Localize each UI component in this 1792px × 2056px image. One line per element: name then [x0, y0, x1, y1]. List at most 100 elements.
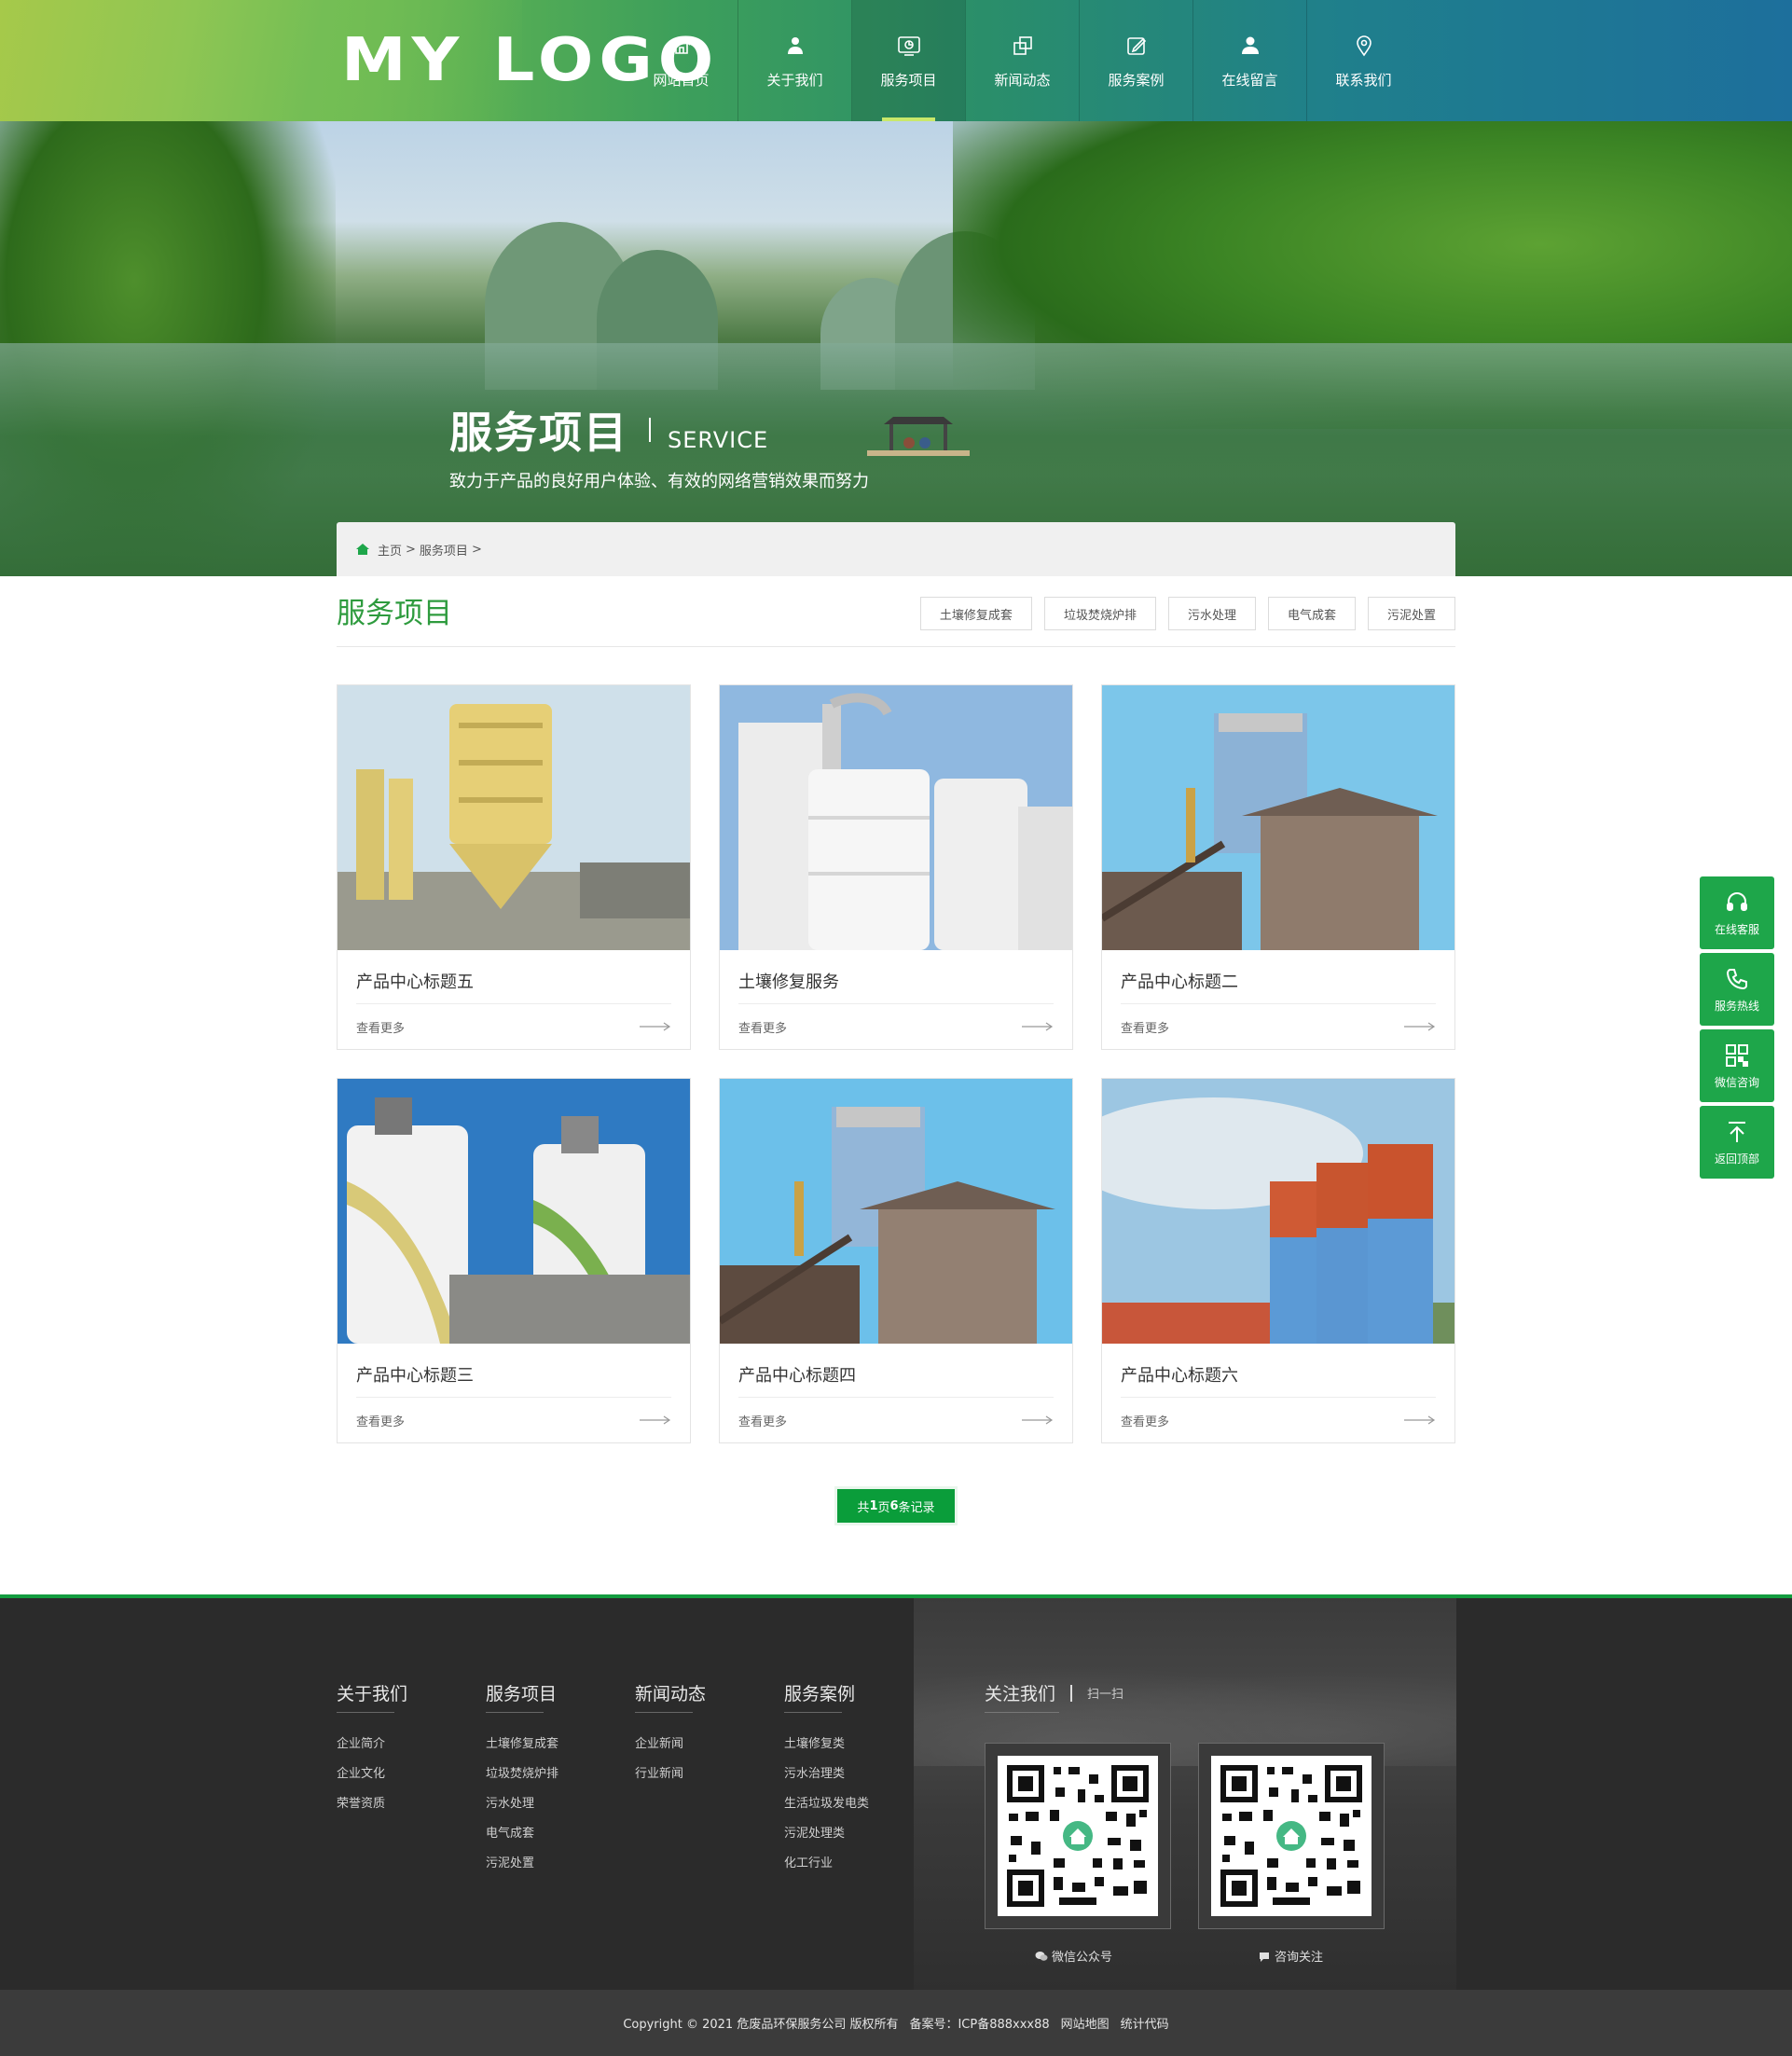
- windows-icon: [1010, 33, 1036, 59]
- tab-sewage[interactable]: 污水处理: [1167, 597, 1256, 630]
- site-header: MY LOGO 网站首页 关于我们 服务项目 新闻动态 服务案例 在线留言 联系…: [0, 0, 1792, 121]
- breadcrumb-current[interactable]: 服务项目: [420, 541, 468, 559]
- product-title: 产品中心标题三: [356, 1344, 671, 1398]
- read-more-label: 查看更多: [356, 1414, 406, 1429]
- follow-us-heading: 关注我们 扫一扫: [985, 1680, 1123, 1705]
- arrow-right-icon: [640, 1022, 671, 1031]
- icp-link[interactable]: 备案号：ICP备888xxx88: [909, 2014, 1049, 2032]
- footer-link[interactable]: 企业新闻: [635, 1730, 706, 1759]
- stats-code: 统计代码: [1120, 2018, 1169, 2032]
- copyright-text: Copyright © 2021 危废品环保服务公司 版权所有: [623, 2018, 899, 2032]
- read-more-link[interactable]: 查看更多: [738, 1004, 1054, 1049]
- read-more-link[interactable]: 查看更多: [738, 1398, 1054, 1442]
- footer-column-services: 服务项目 土壤修复成套 垃圾焚烧炉排 污水处理 电气成套 污泥处置: [486, 1680, 558, 1879]
- tab-incinerator[interactable]: 垃圾焚烧炉排: [1043, 597, 1156, 630]
- arrow-right-icon: [1404, 1022, 1436, 1031]
- arrow-up-icon: [1724, 1119, 1750, 1145]
- footer-link[interactable]: 垃圾焚烧炉排: [486, 1759, 558, 1789]
- read-more-link[interactable]: 查看更多: [356, 1398, 671, 1442]
- footer-column-news: 新闻动态 企业新闻 行业新闻: [635, 1680, 706, 1789]
- footer-link[interactable]: 污泥处置: [486, 1849, 558, 1879]
- footer-link[interactable]: 土壤修复类: [784, 1730, 869, 1759]
- headset-icon: [1724, 890, 1750, 916]
- side-label: 服务热线: [1714, 999, 1759, 1013]
- qr-caption-text: 微信公众号: [1052, 1951, 1113, 1965]
- read-more-link[interactable]: 查看更多: [356, 1004, 671, 1049]
- nav-item-about[interactable]: 关于我们: [738, 0, 851, 121]
- wechat-icon: [1035, 1951, 1048, 1961]
- footer-link[interactable]: 企业简介: [337, 1730, 407, 1759]
- location-icon: [1351, 33, 1377, 59]
- footer-link[interactable]: 土壤修复成套: [486, 1730, 558, 1759]
- nav-item-news[interactable]: 新闻动态: [966, 0, 1079, 121]
- footer-link[interactable]: 生活垃圾发电类: [784, 1789, 869, 1819]
- footer-link[interactable]: 荣誉资质: [337, 1789, 407, 1819]
- pagination-summary[interactable]: 共 1 页 6 条记录: [837, 1489, 955, 1523]
- footer-link[interactable]: 化工行业: [784, 1849, 869, 1879]
- hotline-button[interactable]: 服务热线: [1700, 953, 1774, 1026]
- nav-label: 在线留言: [1221, 71, 1278, 89]
- qrcode-image: [1211, 1756, 1372, 1916]
- consult-qr-caption: 咨询关注: [1258, 1947, 1323, 1965]
- nav-item-services[interactable]: 服务项目: [852, 0, 965, 121]
- product-image: [338, 685, 690, 950]
- tab-sludge[interactable]: 污泥处置: [1367, 597, 1455, 630]
- copyright-bar: Copyright © 2021 危废品环保服务公司 版权所有 备案号：ICP备…: [0, 1990, 1792, 2056]
- nav-item-message[interactable]: 在线留言: [1193, 0, 1306, 121]
- side-label: 返回顶部: [1714, 1152, 1759, 1166]
- nav-item-contact[interactable]: 联系我们: [1307, 0, 1420, 121]
- chat-bubble-icon: [1260, 1952, 1269, 1962]
- footer-link[interactable]: 电气成套: [486, 1819, 558, 1849]
- side-label: 微信咨询: [1714, 1075, 1759, 1089]
- tab-soil[interactable]: 土壤修复成套: [919, 597, 1032, 630]
- follow-divider: [1070, 1684, 1073, 1702]
- main-nav: 网站首页 关于我们 服务项目 新闻动态 服务案例 在线留言 联系我们: [625, 0, 1420, 121]
- product-card[interactable]: 产品中心标题六 查看更多: [1101, 1078, 1455, 1443]
- footer-title-underline: [784, 1712, 842, 1713]
- category-tabs: 土壤修复成套 垃圾焚烧炉排 污水处理 电气成套 污泥处置: [908, 597, 1455, 630]
- read-more-label: 查看更多: [1121, 1021, 1170, 1036]
- product-card[interactable]: 产品中心标题四 查看更多: [719, 1078, 1073, 1443]
- footer-link[interactable]: 企业文化: [337, 1759, 407, 1789]
- footer-title-underline: [635, 1712, 693, 1713]
- product-image: [1102, 1079, 1454, 1344]
- wechat-consult-button[interactable]: 微信咨询: [1700, 1029, 1774, 1102]
- product-card[interactable]: 产品中心标题二 查看更多: [1101, 684, 1455, 1050]
- follow-subtitle: 扫一扫: [1087, 1688, 1124, 1702]
- qr-caption-text: 咨询关注: [1275, 1951, 1324, 1965]
- footer-column-title: 服务案例: [784, 1684, 856, 1704]
- pager-mid: 页: [877, 1500, 890, 1515]
- nav-item-home[interactable]: 网站首页: [625, 0, 737, 121]
- footer-link[interactable]: 行业新闻: [635, 1759, 706, 1789]
- nav-label: 联系我们: [1335, 71, 1392, 89]
- edit-icon: [1123, 33, 1150, 59]
- footer-link[interactable]: 污水治理类: [784, 1759, 869, 1789]
- follow-underline: [985, 1712, 1059, 1713]
- product-title: 产品中心标题四: [738, 1344, 1054, 1398]
- product-title: 土壤修复服务: [738, 950, 1054, 1004]
- product-image: [338, 1079, 690, 1344]
- person-icon: [1237, 33, 1263, 59]
- section-title: 服务项目: [337, 597, 452, 630]
- read-more-link[interactable]: 查看更多: [1121, 1398, 1436, 1442]
- product-card[interactable]: 产品中心标题五 查看更多: [337, 684, 691, 1050]
- arrow-right-icon: [640, 1415, 671, 1425]
- qrcode-image: [998, 1756, 1158, 1916]
- product-card[interactable]: 产品中心标题三 查看更多: [337, 1078, 691, 1443]
- footer-link[interactable]: 污泥处理类: [784, 1819, 869, 1849]
- home-icon: [356, 544, 369, 555]
- breadcrumb-sep: >: [406, 542, 416, 557]
- footer-title-underline: [486, 1712, 544, 1713]
- online-service-button[interactable]: 在线客服: [1700, 876, 1774, 949]
- footer-link[interactable]: 污水处理: [486, 1789, 558, 1819]
- back-to-top-button[interactable]: 返回顶部: [1700, 1106, 1774, 1179]
- tab-electric[interactable]: 电气成套: [1267, 597, 1356, 630]
- read-more-link[interactable]: 查看更多: [1121, 1004, 1436, 1049]
- sitemap-link[interactable]: 网站地图: [1061, 2014, 1110, 2032]
- product-image: [1102, 685, 1454, 950]
- side-label: 在线客服: [1714, 922, 1759, 936]
- product-card[interactable]: 土壤修复服务 查看更多: [719, 684, 1073, 1050]
- nav-item-cases[interactable]: 服务案例: [1080, 0, 1192, 121]
- footer-column-about: 关于我们 企业简介 企业文化 荣誉资质: [337, 1680, 407, 1819]
- breadcrumb-home[interactable]: 主页: [378, 541, 402, 559]
